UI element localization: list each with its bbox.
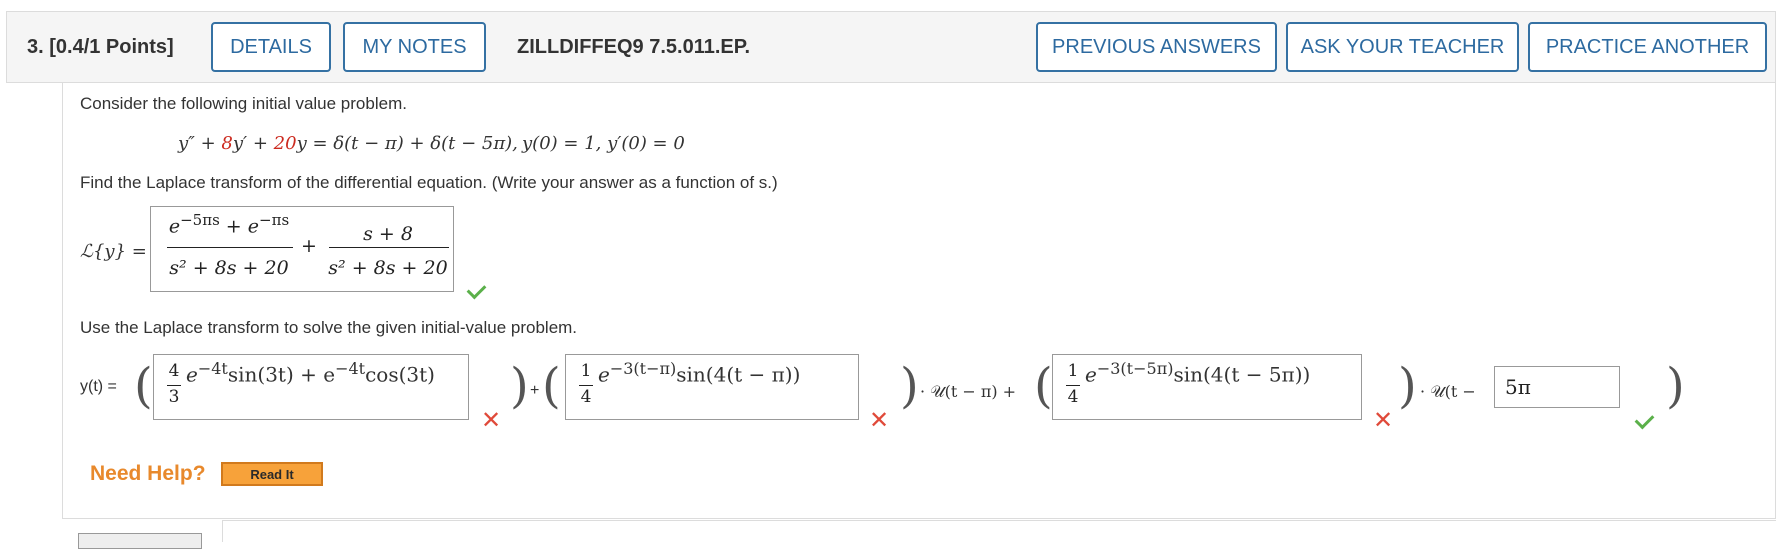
- laplace-plus: +: [301, 235, 317, 257]
- open-paren-1: (: [134, 358, 153, 414]
- laplace-fraction-bar-2: [329, 247, 449, 248]
- solution-term-2-box[interactable]: 1 4 e−3(t−π)sin(4(t − π)): [565, 354, 859, 420]
- laplace-answer-box[interactable]: e−5πs + e−πs s² + 8s + 20 + s + 8 s² + 8…: [150, 206, 454, 292]
- open-paren-2: (: [542, 358, 561, 414]
- term1-denominator: 3: [168, 387, 180, 407]
- term2-numerator: 1: [580, 361, 592, 381]
- laplace-fraction-bar-1: [167, 247, 293, 248]
- question-header: 3. [0.4/1 Points] DETAILS MY NOTES ZILLD…: [6, 11, 1776, 83]
- previous-answers-button[interactable]: PREVIOUS ANSWERS: [1036, 22, 1277, 72]
- term3-numerator: 1: [1067, 361, 1079, 381]
- laplace-denominator-2: s² + 8s + 20: [328, 257, 448, 279]
- laplace-label: ℒ{y} =: [80, 241, 147, 262]
- ode-equation: y″ + 8y′ + 20y = δ(t − π) + δ(t − 5π),: [178, 133, 518, 154]
- initial-conditions: y(0) = 1, y′(0) = 0: [522, 133, 685, 154]
- laplace-numerator-2: s + 8: [363, 223, 413, 245]
- step-function-2: · 𝒰(t −: [1420, 382, 1476, 401]
- problem-intro: Consider the following initial value pro…: [80, 94, 407, 113]
- close-paren-3: ): [1398, 358, 1417, 414]
- solution-term-1-box[interactable]: 4 3 e−4tsin(3t) + e−4tcos(3t): [153, 354, 469, 420]
- question-code: ZILLDIFFEQ9 7.5.011.EP.: [517, 36, 751, 58]
- term3-fraction-bar: [1066, 385, 1080, 386]
- y-label: y(t) =: [80, 378, 117, 395]
- submit-answer-button[interactable]: [78, 533, 202, 549]
- divider: [222, 520, 1776, 521]
- solution-term-3-box[interactable]: 1 4 e−3(t−5π)sin(4(t − 5π)): [1052, 354, 1362, 420]
- term1-fraction-bar: [167, 385, 181, 386]
- term3-denominator: 4: [1067, 387, 1079, 407]
- practice-another-button[interactable]: PRACTICE ANOTHER: [1528, 22, 1767, 72]
- ask-teacher-button[interactable]: ASK YOUR TEACHER: [1286, 22, 1519, 72]
- solve-prompt: Use the Laplace transform to solve the g…: [80, 318, 578, 337]
- close-paren-2: ): [900, 358, 919, 414]
- laplace-denominator-1: s² + 8s + 20: [169, 257, 289, 279]
- need-help-label: Need Help?: [90, 462, 206, 485]
- term2-denominator: 4: [580, 387, 592, 407]
- details-button[interactable]: DETAILS: [211, 22, 331, 72]
- incorrect-x-icon: ✕: [481, 406, 502, 434]
- term1-numerator: 4: [168, 361, 180, 381]
- incorrect-x-icon: ✕: [869, 406, 890, 434]
- read-it-button[interactable]: Read It: [221, 462, 323, 486]
- close-paren-4: ): [1666, 358, 1685, 414]
- divider: [222, 520, 223, 542]
- step-function-1: · 𝒰(t − π) +: [920, 382, 1017, 401]
- open-paren-3: (: [1034, 358, 1053, 414]
- laplace-numerator-1: e−5πs + e−πs: [168, 211, 290, 238]
- term2-expression: e−3(t−π)sin(4(t − π)): [598, 359, 801, 387]
- term1-expression: e−4tsin(3t) + e−4tcos(3t): [186, 359, 435, 387]
- laplace-prompt: Find the Laplace transform of the differ…: [80, 173, 778, 192]
- plus-sign-1: +: [530, 382, 540, 399]
- term2-fraction-bar: [579, 385, 593, 386]
- shift-value-input[interactable]: 5π: [1494, 366, 1620, 408]
- close-paren-1: ): [510, 358, 529, 414]
- question-number: 3. [0.4/1 Points]: [27, 36, 174, 58]
- incorrect-x-icon: ✕: [1373, 406, 1394, 434]
- term3-expression: e−3(t−5π)sin(4(t − 5π)): [1085, 359, 1311, 387]
- my-notes-button[interactable]: MY NOTES: [343, 22, 486, 72]
